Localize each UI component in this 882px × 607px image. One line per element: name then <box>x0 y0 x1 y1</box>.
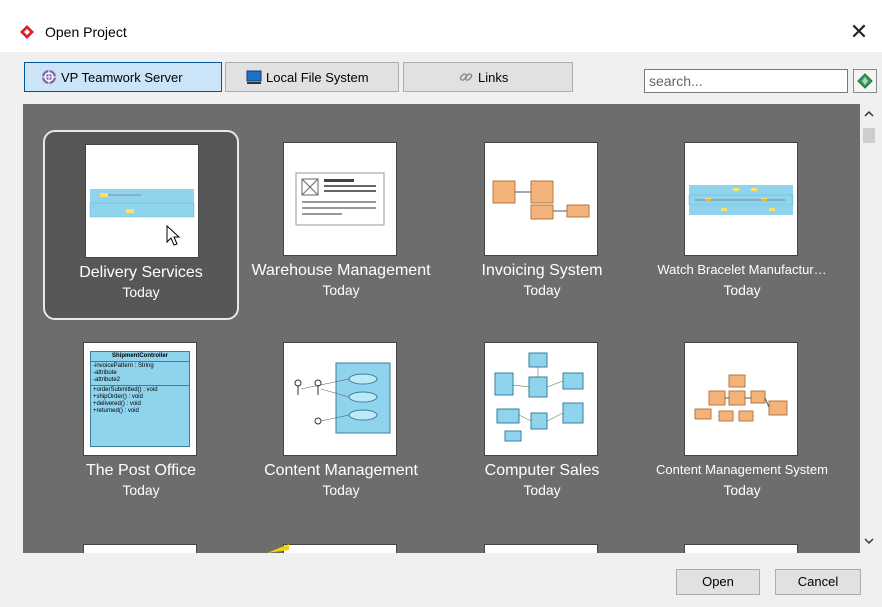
class-operation: +returned() : void <box>93 408 139 414</box>
project-name: Computer Sales <box>484 462 600 479</box>
project-name: Invoicing System <box>481 262 603 279</box>
class-attribute: -attribute2 <box>93 377 121 383</box>
project-thumbnail-partial[interactable] <box>484 544 598 553</box>
app-logo-icon <box>20 25 34 39</box>
project-gallery: Delivery Services Today Warehouse Manage… <box>23 104 860 553</box>
highlight-arrow-icon <box>267 544 289 553</box>
tab-label: Links <box>478 69 509 85</box>
monitor-icon <box>246 70 262 84</box>
class-operation: +orderSubmitted() : void <box>93 387 158 393</box>
project-thumbnail <box>484 342 598 456</box>
project-name: The Post Office <box>86 462 196 479</box>
scroll-thumb[interactable] <box>863 128 875 143</box>
class-operation: +shipOrder() : void <box>93 394 143 400</box>
open-button[interactable]: Open <box>676 569 760 595</box>
project-item[interactable]: Watch Bracelet Manufactur… Today <box>644 130 840 320</box>
project-item[interactable]: Invoicing System Today <box>444 130 640 320</box>
class-name: ShipmentController <box>91 352 189 362</box>
title-bar: Open Project ✕ <box>0 0 882 52</box>
teamwork-server-icon <box>42 70 56 84</box>
close-button[interactable]: ✕ <box>836 14 882 50</box>
gallery-scrollbar[interactable] <box>860 104 878 553</box>
tab-label: VP Teamwork Server <box>61 69 183 85</box>
tab-local-file-system[interactable]: Local File System <box>225 62 399 92</box>
project-name: Content Management <box>264 462 418 479</box>
search-input[interactable] <box>644 69 848 93</box>
cancel-button[interactable]: Cancel <box>775 569 861 595</box>
project-thumbnail <box>283 142 397 256</box>
class-attribute: -invoicePattern : String <box>93 363 154 369</box>
class-attribute: -attribute <box>93 370 117 376</box>
tab-label: Local File System <box>266 69 369 85</box>
project-thumbnail <box>684 142 798 256</box>
search-button[interactable] <box>853 69 877 93</box>
project-date: Today <box>322 282 360 298</box>
tab-links[interactable]: Links <box>403 62 573 92</box>
project-date: Today <box>523 482 561 498</box>
mouse-cursor-icon <box>166 225 181 246</box>
project-date: Today <box>723 482 761 498</box>
scroll-up-icon[interactable] <box>860 106 878 124</box>
project-name: Watch Bracelet Manufactur… <box>657 262 827 277</box>
class-operation: +delivered() : void <box>93 401 141 407</box>
project-name: Delivery Services <box>79 264 203 281</box>
project-name: Content Management System <box>656 462 828 477</box>
project-item[interactable]: Content Management System Today <box>644 330 840 520</box>
project-thumbnail-partial[interactable] <box>684 544 798 553</box>
project-thumbnail <box>684 342 798 456</box>
diamond-icon <box>857 73 873 89</box>
project-date: Today <box>322 482 360 498</box>
project-thumbnail <box>283 342 397 456</box>
project-item[interactable]: ShipmentController -invoicePattern : Str… <box>43 330 239 520</box>
project-item[interactable]: Content Management Today <box>243 330 439 520</box>
project-name: Warehouse Management <box>251 262 431 279</box>
project-thumbnail-partial[interactable] <box>83 544 197 553</box>
dialog-title: Open Project <box>45 24 127 40</box>
project-item[interactable]: Computer Sales Today <box>444 330 640 520</box>
project-thumbnail-partial[interactable] <box>283 544 397 553</box>
link-icon <box>459 73 473 81</box>
project-date: Today <box>723 282 761 298</box>
project-item[interactable]: Delivery Services Today <box>43 130 239 320</box>
project-date: Today <box>122 482 160 498</box>
scroll-down-icon[interactable] <box>860 533 878 551</box>
project-thumbnail: ShipmentController -invoicePattern : Str… <box>83 342 197 456</box>
project-date: Today <box>523 282 561 298</box>
project-thumbnail <box>85 144 199 258</box>
project-date: Today <box>122 284 160 300</box>
project-item[interactable]: Warehouse Management Today <box>243 130 439 320</box>
project-thumbnail <box>484 142 598 256</box>
tab-vp-teamwork-server[interactable]: VP Teamwork Server <box>24 62 222 92</box>
